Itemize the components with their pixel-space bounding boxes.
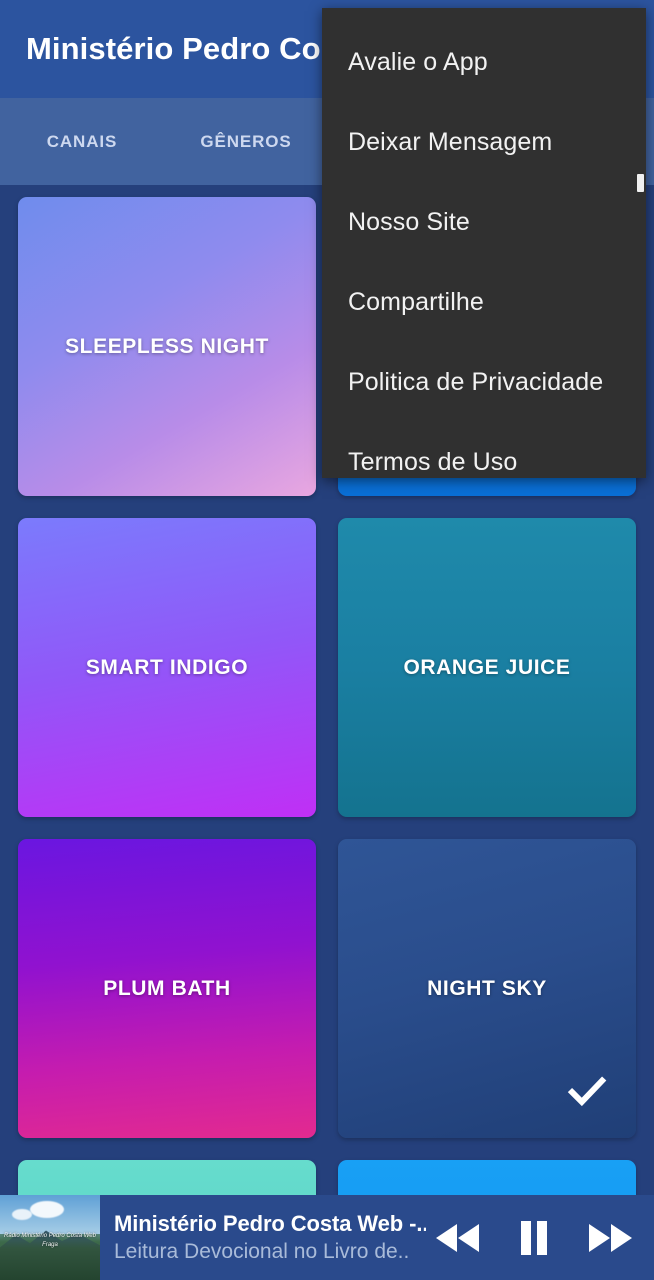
pause-button[interactable] <box>508 1212 560 1264</box>
menu-item-deixar-mensagem[interactable]: Deixar Mensagem <box>322 102 646 182</box>
tab-generos[interactable]: GÊNEROS <box>164 132 328 152</box>
station-card-label: NIGHT SKY <box>427 976 547 1000</box>
menu-item-label: Termos de Uso <box>348 447 518 476</box>
menu-item-avalie-o-app[interactable]: Avalie o App <box>322 22 646 102</box>
menu-item-termos-de-uso[interactable]: Termos de Uso <box>322 422 646 502</box>
player-metadata: Ministério Pedro Costa Web -... Leitura … <box>100 1211 432 1264</box>
cloud-icon <box>30 1201 64 1218</box>
artwork-caption-line1: Rádio Ministério Pedro Costa Web <box>4 1233 96 1240</box>
player-title: Ministério Pedro Costa Web -... <box>114 1211 426 1236</box>
pause-icon <box>521 1220 547 1255</box>
overflow-menu: Avalie o App Deixar Mensagem Nosso Site … <box>322 8 646 478</box>
menu-item-label: Compartilhe <box>348 287 484 316</box>
station-card[interactable]: SMART INDIGO <box>18 518 316 817</box>
player-bar: Rádio Ministério Pedro Costa Web Fraga M… <box>0 1195 654 1280</box>
menu-item-label: Nosso Site <box>348 207 470 236</box>
menu-item-label: Deixar Mensagem <box>348 127 553 156</box>
album-artwork[interactable]: Rádio Ministério Pedro Costa Web Fraga <box>0 1195 100 1280</box>
rewind-icon <box>436 1223 479 1252</box>
forward-button[interactable] <box>584 1212 636 1264</box>
cloud-icon <box>12 1209 32 1220</box>
artwork-caption-line2: Fraga <box>42 1242 58 1249</box>
page-title: Ministério Pedro Co <box>26 31 321 66</box>
menu-item-label: Politica de Privacidade <box>348 367 604 396</box>
station-card-label: SLEEPLESS NIGHT <box>65 334 269 358</box>
station-card[interactable]: SLEEPLESS NIGHT <box>18 197 316 496</box>
station-card[interactable]: PLUM BATH <box>18 839 316 1138</box>
station-card-label: SMART INDIGO <box>85 655 249 679</box>
menu-item-politica-de-privacidade[interactable]: Politica de Privacidade <box>322 342 646 422</box>
menu-item-compartilhe[interactable]: Compartilhe <box>322 262 646 342</box>
menu-item-label: Avalie o App <box>348 47 488 76</box>
station-card-label: ORANGE JUICE <box>403 655 571 679</box>
rewind-button[interactable] <box>432 1212 484 1264</box>
fast-forward-icon <box>589 1223 632 1252</box>
artwork-caption: Rádio Ministério Pedro Costa Web Fraga <box>0 1232 100 1250</box>
player-subtitle: Leitura Devocional no Livro de.. <box>114 1240 410 1263</box>
app-root: Ministério Pedro Co CANAIS GÊNEROS SLEEP… <box>0 0 654 1280</box>
check-icon <box>567 1076 607 1107</box>
player-controls <box>432 1212 654 1264</box>
tab-canais[interactable]: CANAIS <box>0 132 164 152</box>
menu-item-nosso-site[interactable]: Nosso Site <box>322 182 646 262</box>
station-card-label: PLUM BATH <box>103 976 231 1000</box>
station-card[interactable]: ORANGE JUICE <box>338 518 636 817</box>
menu-scrollbar[interactable] <box>637 174 644 192</box>
station-card[interactable]: NIGHT SKY <box>338 839 636 1138</box>
